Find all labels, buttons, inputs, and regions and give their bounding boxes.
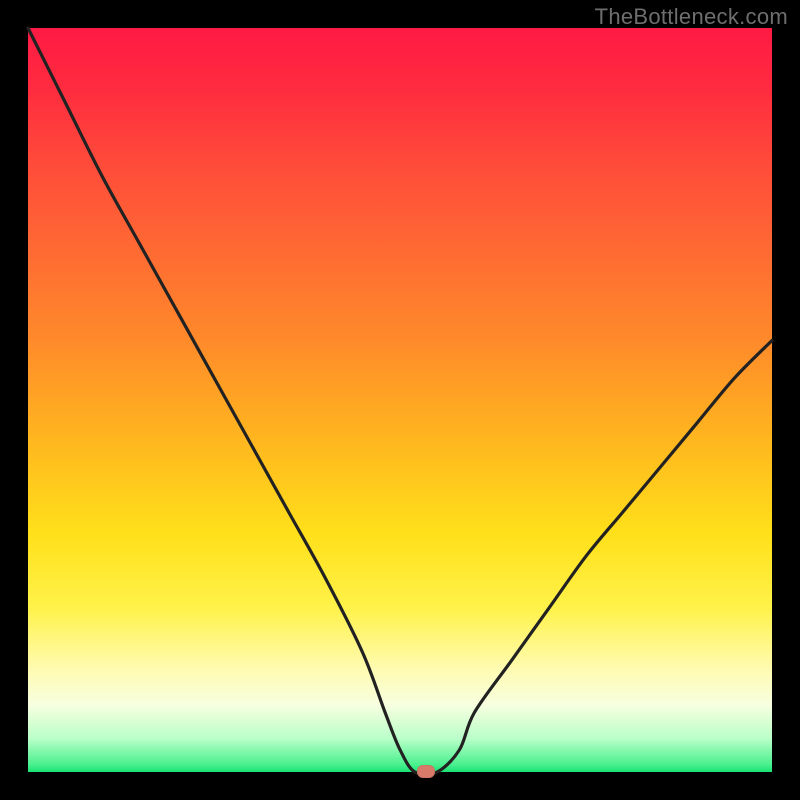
curve-path [28,28,772,775]
current-point-marker [417,765,435,778]
plot-area [28,28,772,772]
watermark-text: TheBottleneck.com [595,4,788,30]
bottleneck-curve [28,28,772,772]
chart-frame: TheBottleneck.com [0,0,800,800]
